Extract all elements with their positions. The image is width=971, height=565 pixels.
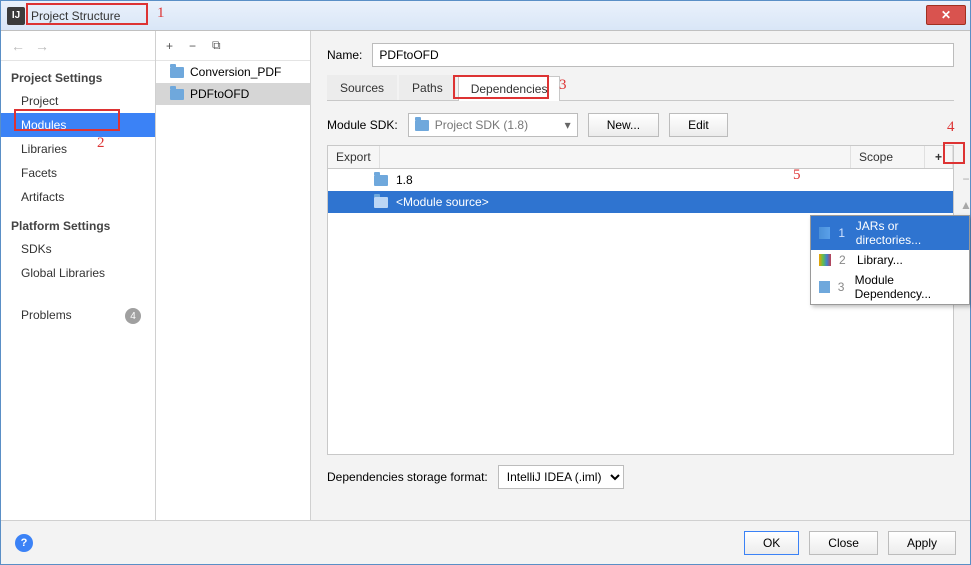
dependency-row-module-source[interactable]: <Module source> <box>328 191 953 213</box>
module-sdk-label: Module SDK: <box>327 118 398 132</box>
nav-item-problems-label: Problems <box>21 308 72 322</box>
module-icon <box>819 281 830 293</box>
popup-index: 1 <box>838 226 847 240</box>
close-button[interactable]: Close <box>809 531 878 555</box>
popup-item-label: JARs or directories... <box>856 219 961 247</box>
popup-item-label: Library... <box>857 253 903 267</box>
titlebar: IJ Project Structure <box>1 1 970 31</box>
nav-group-project-settings: Project Settings <box>1 61 155 89</box>
module-item-pdftoofd[interactable]: PDFtoOFD <box>156 83 310 105</box>
tab-dependencies[interactable]: Dependencies <box>458 76 561 101</box>
nav-item-artifacts[interactable]: Artifacts <box>1 185 155 209</box>
storage-format-select[interactable]: IntelliJ IDEA (.iml) <box>498 465 624 489</box>
module-tabs: Sources Paths Dependencies <box>327 75 954 101</box>
nav-item-problems[interactable]: Problems 4 <box>1 303 155 327</box>
name-label: Name: <box>327 48 362 62</box>
table-header: Export Scope + <box>328 146 953 169</box>
nav-history: ← → <box>1 31 155 61</box>
forward-icon[interactable]: → <box>35 38 49 54</box>
nav-item-modules[interactable]: Modules <box>1 113 155 137</box>
tab-sources[interactable]: Sources <box>327 75 397 100</box>
module-sdk-select[interactable]: Project SDK (1.8) <box>408 113 578 137</box>
problems-count-badge: 4 <box>125 308 141 324</box>
nav-item-sdks[interactable]: SDKs <box>1 237 155 261</box>
jars-icon <box>819 227 830 239</box>
folder-icon <box>170 89 184 100</box>
popup-item-label: Module Dependency... <box>855 273 961 301</box>
add-dependency-button[interactable]: + <box>925 146 953 168</box>
folder-icon <box>374 175 388 186</box>
popup-item-module-dependency[interactable]: 3 Module Dependency... <box>811 270 969 304</box>
sdk-new-button[interactable]: New... <box>588 113 659 137</box>
copy-module-icon[interactable]: ⧉ <box>212 38 221 53</box>
module-toolbar: + − ⧉ <box>156 31 310 61</box>
add-dependency-popup: 1 JARs or directories... 2 Library... 3 … <box>810 215 970 305</box>
close-window-button[interactable] <box>926 5 966 25</box>
nav-item-project[interactable]: Project <box>1 89 155 113</box>
col-scope: Scope <box>851 146 925 168</box>
sdk-edit-button[interactable]: Edit <box>669 113 728 137</box>
nav-item-facets[interactable]: Facets <box>1 161 155 185</box>
nav-item-global-libraries[interactable]: Global Libraries <box>1 261 155 285</box>
module-name-input[interactable] <box>372 43 954 67</box>
dialog-footer: ? OK Close Apply <box>1 520 970 564</box>
ok-button[interactable]: OK <box>744 531 799 555</box>
storage-format-label: Dependencies storage format: <box>327 470 488 484</box>
remove-dependency-icon[interactable]: − <box>962 172 969 186</box>
dependency-label: <Module source> <box>396 195 489 209</box>
table-body: 1.8 <Module source> <box>328 169 953 454</box>
popup-item-library[interactable]: 2 Library... <box>811 250 969 270</box>
add-module-icon[interactable]: + <box>166 39 173 53</box>
folder-icon <box>374 197 388 208</box>
col-spacer <box>380 146 851 168</box>
back-icon[interactable]: ← <box>11 38 25 54</box>
apply-button[interactable]: Apply <box>888 531 956 555</box>
library-icon <box>819 254 831 266</box>
col-export: Export <box>328 146 380 168</box>
tab-paths[interactable]: Paths <box>399 75 456 100</box>
folder-icon <box>170 67 184 78</box>
remove-module-icon[interactable]: − <box>189 39 196 53</box>
module-list: Conversion_PDF PDFtoOFD <box>156 61 310 564</box>
nav-item-libraries[interactable]: Libraries <box>1 137 155 161</box>
folder-icon <box>415 120 429 131</box>
help-button[interactable]: ? <box>15 534 33 552</box>
main-panel: Name: Sources Paths Dependencies Module … <box>311 31 970 564</box>
move-up-icon[interactable]: ▲ <box>960 198 971 212</box>
left-nav: ← → Project Settings Project Modules Lib… <box>1 31 156 564</box>
module-item-label: PDFtoOFD <box>190 87 249 101</box>
module-column: + − ⧉ Conversion_PDF PDFtoOFD <box>156 31 311 564</box>
dependency-row-sdk[interactable]: 1.8 <box>328 169 953 191</box>
module-item-conversion-pdf[interactable]: Conversion_PDF <box>156 61 310 83</box>
popup-item-jars[interactable]: 1 JARs or directories... <box>811 216 969 250</box>
module-sdk-value: Project SDK (1.8) <box>435 118 528 132</box>
popup-index: 2 <box>839 253 849 267</box>
nav-group-platform-settings: Platform Settings <box>1 209 155 237</box>
window-title: Project Structure <box>31 9 120 23</box>
app-icon: IJ <box>7 7 25 25</box>
dependency-label: 1.8 <box>396 173 413 187</box>
module-item-label: Conversion_PDF <box>190 65 281 79</box>
popup-index: 3 <box>838 280 847 294</box>
